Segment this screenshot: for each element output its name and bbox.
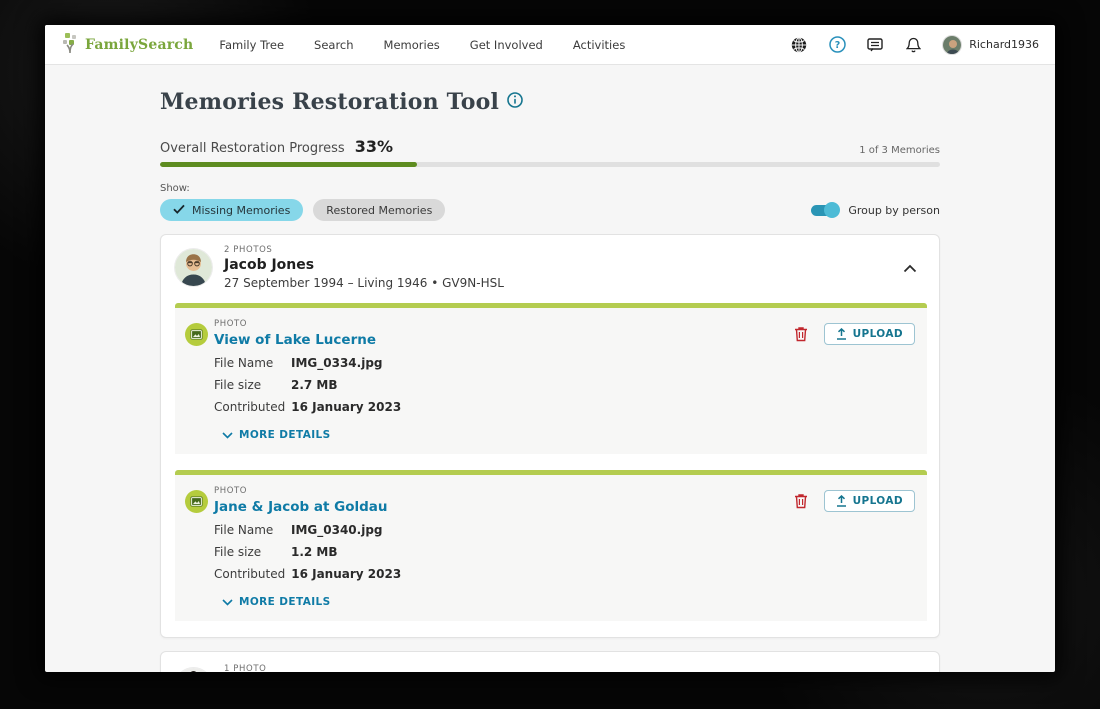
nav-get-involved[interactable]: Get Involved [470,38,543,52]
file-size-value: 2.7 MB [291,378,338,392]
photo-item-view-of-lake-lucerne: PHOTO View of Lake Lucerne File Name IMG… [175,303,927,454]
delete-photo-icon[interactable] [794,326,808,346]
contributed-value: 16 January 2023 [291,567,402,581]
app-header: FamilySearch Family Tree Search Memories… [45,25,1055,65]
filter-chip-missing-memories[interactable]: Missing Memories [160,199,304,221]
file-name-value: IMG_0340.jpg [291,523,383,537]
upload-button[interactable]: UPLOAD [823,490,915,512]
nav-family-tree[interactable]: Family Tree [219,38,284,52]
globe-icon[interactable] [790,36,808,54]
progress-header: Overall Restoration Progress 33% 1 of 3 … [160,137,940,156]
username: Richard1936 [969,38,1039,51]
upload-icon [836,328,846,340]
upload-icon [836,495,846,507]
more-details-label: MORE DETAILS [239,596,331,608]
photo-icon [185,490,208,513]
messages-icon[interactable] [866,36,884,54]
familysearch-logo-text: FamilySearch [85,36,194,53]
contributed-value: 16 January 2023 [291,400,402,414]
page-title: Memories Restoration Tool [160,89,500,115]
file-size-label: File size [214,378,262,392]
page-content: Memories Restoration Tool Overall Restor… [45,65,1055,672]
photo-title-link[interactable]: View of Lake Lucerne [214,332,794,348]
photo-kind-label: PHOTO [214,486,248,496]
file-size-value: 1.2 MB [291,545,338,559]
progress-bar-fill [160,162,418,167]
photo-icon [185,323,208,346]
upload-button-label: UPLOAD [852,495,903,507]
more-details-link[interactable]: MORE DETAILS [222,596,794,608]
upload-button[interactable]: UPLOAD [823,323,915,345]
notifications-icon[interactable] [904,36,922,54]
more-details-link[interactable]: MORE DETAILS [222,429,794,441]
browser-window: FamilySearch Family Tree Search Memories… [45,25,1055,672]
collapse-chevron-up-icon[interactable] [903,258,917,277]
progress-bar [160,162,940,167]
person-header[interactable]: 2 PHOTOS Jacob Jones 27 September 1994 –… [161,235,939,300]
contributed-label: Contributed [214,400,286,414]
photo-kind-label: PHOTO [214,319,248,329]
filter-chip-label: Restored Memories [326,203,433,217]
person-card-jacob-jones: 2 PHOTOS Jacob Jones 27 September 1994 –… [160,234,940,638]
filter-row: Missing Memories Restored Memories Group… [160,199,940,221]
photo-title-link[interactable]: Jane & Jacob at Goldau [214,499,794,515]
more-details-label: MORE DETAILS [239,429,331,441]
group-by-person-toggle[interactable] [811,202,841,218]
file-size-label: File size [214,545,262,559]
file-name-label: File Name [214,356,274,370]
person-name: Jacob Jones [224,257,315,273]
filter-chip-restored-memories[interactable]: Restored Memories [313,199,446,221]
help-icon[interactable]: ? [828,36,846,54]
progress-label: Overall Restoration Progress [160,141,345,156]
svg-text:?: ? [834,40,840,51]
person-avatar [175,668,212,672]
person-avatar [175,249,212,286]
info-icon[interactable] [507,92,523,112]
person-lifespan: 27 September 1994 – Living 1946 • GV9N-H… [224,276,504,290]
show-label: Show: [160,183,190,194]
group-by-person-label: Group by person [848,203,940,217]
person-card-jane-doe: 1 PHOTO Jane Doe 04 July 1997 – Living •… [160,651,940,672]
upload-button-label: UPLOAD [852,328,903,340]
filter-chip-label: Missing Memories [192,203,291,217]
memories-counter: 1 of 3 Memories [859,145,940,156]
photo-item-jane-jacob-at-goldau: PHOTO Jane & Jacob at Goldau File Name I… [175,470,927,621]
progress-percent: 33% [354,137,393,156]
file-name-label: File Name [214,523,274,537]
header-actions: ? Richard1936 [790,34,1039,55]
file-name-value: IMG_0334.jpg [291,356,383,370]
user-menu[interactable]: Richard1936 [942,34,1039,55]
main-nav: Family Tree Search Memories Get Involved… [219,38,625,52]
user-avatar [942,34,963,55]
nav-memories[interactable]: Memories [384,38,440,52]
nav-search[interactable]: Search [314,38,354,52]
photos-count-label: 2 PHOTOS [224,245,273,255]
delete-photo-icon[interactable] [794,493,808,513]
nav-activities[interactable]: Activities [573,38,625,52]
photos-count-label: 1 PHOTO [224,664,267,672]
contributed-label: Contributed [214,567,286,581]
person-header[interactable]: 1 PHOTO Jane Doe 04 July 1997 – Living •… [161,652,939,672]
familysearch-logo[interactable]: FamilySearch [61,32,193,58]
group-by-person-control: Group by person [811,202,940,218]
familysearch-tree-icon [61,32,81,58]
check-icon [173,204,185,217]
